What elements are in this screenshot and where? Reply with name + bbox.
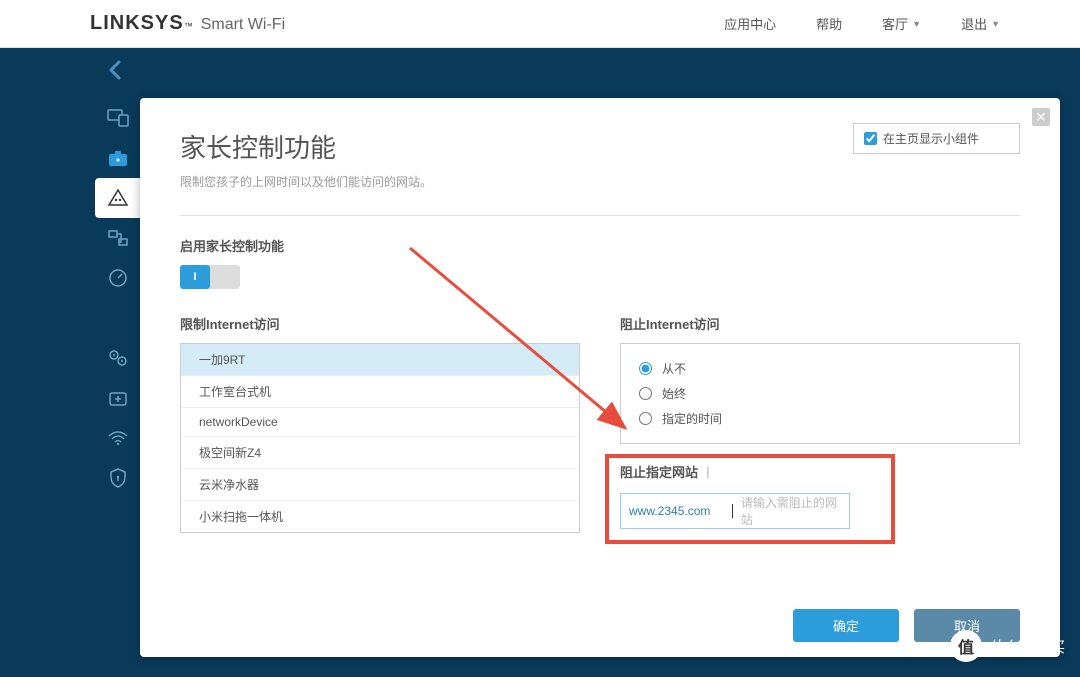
separator-icon: |: [706, 464, 710, 479]
logo-text: LINKSYS: [90, 12, 184, 35]
sidebar-security[interactable]: [95, 458, 140, 498]
block-sites-label: 阻止指定网站 |: [620, 462, 1020, 481]
toggle-handle: I: [180, 265, 210, 289]
radio-always-input[interactable]: [639, 387, 652, 400]
top-nav: 应用中心 帮助 客厅▼ 退出▼: [724, 14, 1060, 33]
device-list[interactable]: 一加9RT 工作室台式机 networkDevice 极空间新Z4 云米净水器 …: [180, 343, 580, 533]
device-item[interactable]: 一加9RT: [181, 344, 579, 376]
widget-checkbox[interactable]: 在主页显示小组件: [853, 123, 1020, 154]
nav-logout[interactable]: 退出▼: [961, 14, 1000, 33]
divider: [180, 215, 1020, 216]
watermark-badge: 值: [950, 630, 982, 662]
device-item[interactable]: 极空间新Z4: [181, 437, 579, 469]
widget-checkbox-label: 在主页显示小组件: [883, 130, 979, 147]
radio-schedule[interactable]: 指定的时间: [639, 406, 1001, 431]
chevron-down-icon: ▼: [912, 19, 921, 29]
device-item[interactable]: 小米扫拖一体机: [181, 501, 579, 533]
restrict-label: 限制Internet访问: [180, 314, 580, 333]
sidebar-troubleshoot[interactable]: [95, 378, 140, 418]
logo-area: LINKSYS™ Smart Wi-Fi: [90, 12, 285, 35]
block-radio-group: 从不 始终 指定的时间: [620, 343, 1020, 444]
device-item[interactable]: 工作室台式机: [181, 376, 579, 408]
nav-lobby[interactable]: 客厅▼: [882, 14, 921, 33]
radio-never-input[interactable]: [639, 362, 652, 375]
logo-subtitle: Smart Wi-Fi: [201, 16, 285, 34]
enable-label: 启用家长控制功能: [180, 236, 1020, 255]
sidebar-settings[interactable]: [95, 338, 140, 378]
enable-toggle[interactable]: I: [180, 265, 240, 289]
logo-tm: ™: [184, 21, 193, 31]
back-button[interactable]: [105, 58, 123, 89]
url-input-container[interactable]: www.2345.com 请输入需阻止的网站: [620, 493, 850, 529]
sidebar-priority[interactable]: [95, 218, 140, 258]
radio-always[interactable]: 始终: [639, 381, 1001, 406]
block-sites-section: 阻止指定网站 | www.2345.com 请输入需阻止的网站: [620, 462, 1020, 529]
close-button[interactable]: ✕: [1032, 108, 1050, 126]
device-item[interactable]: networkDevice: [181, 408, 579, 437]
top-header: LINKSYS™ Smart Wi-Fi 应用中心 帮助 客厅▼ 退出▼: [0, 0, 1080, 48]
sidebar-devices[interactable]: [95, 98, 140, 138]
main-panel: ✕ 家长控制功能 限制您孩子的上网时间以及他们能访问的网站。 在主页显示小组件 …: [140, 98, 1060, 657]
url-placeholder: 请输入需阻止的网站: [741, 494, 849, 528]
chevron-down-icon: ▼: [991, 19, 1000, 29]
radio-schedule-input[interactable]: [639, 412, 652, 425]
nav-app-center[interactable]: 应用中心: [724, 14, 776, 33]
device-item[interactable]: 云米净水器: [181, 469, 579, 501]
widget-checkbox-input[interactable]: [864, 132, 877, 145]
ok-button[interactable]: 确定: [793, 609, 899, 642]
sidebar-speed-test[interactable]: [95, 258, 140, 298]
url-input[interactable]: www.2345.com: [621, 498, 724, 524]
watermark: 值 什么值得买: [950, 630, 1065, 662]
watermark-text: 什么值得买: [990, 636, 1065, 657]
sidebar: [0, 48, 140, 677]
sidebar-parental-control[interactable]: [95, 178, 140, 218]
text-cursor: [732, 504, 733, 518]
block-access-label: 阻止Internet访问: [620, 314, 1020, 333]
nav-help[interactable]: 帮助: [816, 14, 842, 33]
sidebar-wireless[interactable]: [95, 418, 140, 458]
sidebar-guest[interactable]: [95, 138, 140, 178]
radio-never[interactable]: 从不: [639, 356, 1001, 381]
panel-description: 限制您孩子的上网时间以及他们能访问的网站。: [180, 173, 1020, 190]
